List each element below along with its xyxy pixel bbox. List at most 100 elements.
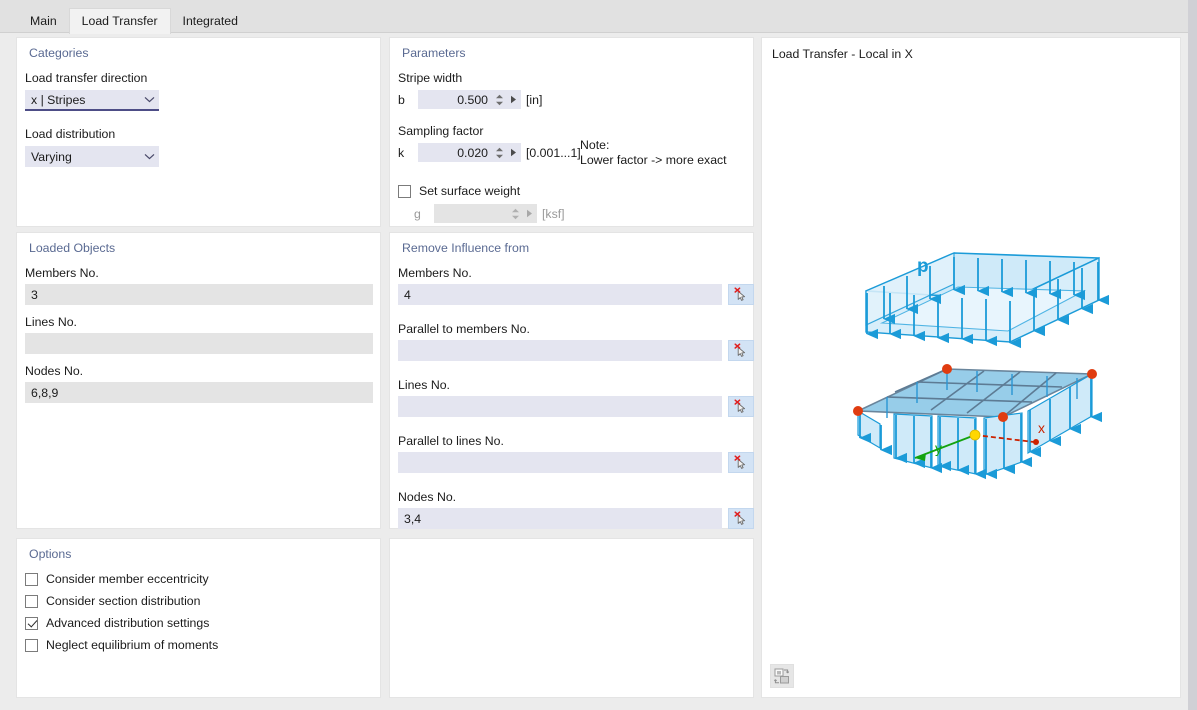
parameters-panel: Parameters Stripe width b 0.500 [in] Sam…	[389, 37, 754, 227]
surface-weight-stepper[interactable]	[434, 204, 537, 223]
load-transfer-dialog: Main Load Transfer Integrated Categories…	[0, 0, 1197, 710]
view-settings-icon	[774, 668, 790, 684]
surface-weight-spin-buttons[interactable]	[509, 204, 522, 223]
loaded-lines-input[interactable]	[25, 333, 373, 354]
checkbox-box	[25, 594, 38, 608]
ri-members-input[interactable]: 4	[398, 284, 722, 305]
option-neglect-equilibrium-of-moments[interactable]: Neglect equilibrium of moments	[25, 638, 218, 652]
spin-down-icon	[496, 154, 503, 158]
checkbox-box	[25, 616, 38, 630]
loaded-objects-panel: Loaded Objects Members No. 3 Lines No. N…	[16, 232, 381, 529]
play-right-icon	[511, 148, 516, 157]
option-advanced-distribution-settings[interactable]: Advanced distribution settings	[25, 616, 209, 630]
sampling-factor-more-button[interactable]	[506, 143, 521, 162]
sampling-factor-spin-buttons[interactable]	[493, 143, 506, 162]
empty-panel	[389, 538, 754, 698]
deselect-cursor-icon	[733, 343, 745, 357]
option-consider-section-distribution[interactable]: Consider section distribution	[25, 594, 200, 608]
tab-integrated[interactable]: Integrated	[171, 9, 250, 34]
ri-members-deselect-button[interactable]	[728, 284, 754, 305]
set-surface-weight-checkbox[interactable]: Set surface weight	[398, 184, 520, 198]
preview-panel: Load Transfer - Local in X p x y	[761, 37, 1181, 698]
parameters-title: Parameters	[402, 46, 466, 60]
checkbox-box	[25, 572, 38, 586]
load-transfer-direction-value: x | Stripes	[31, 92, 86, 107]
categories-panel: Categories Load transfer direction x | S…	[16, 37, 381, 227]
stripe-width-stepper[interactable]: 0.500	[418, 90, 521, 109]
spin-up-icon	[496, 147, 503, 151]
surface-weight-more-button[interactable]	[522, 204, 537, 223]
stripe-width-symbol: b	[398, 93, 405, 107]
spin-down-icon	[512, 215, 519, 219]
option-label: Consider member eccentricity	[46, 572, 209, 586]
sampling-factor-input[interactable]: 0.020	[418, 143, 493, 162]
checkbox-box	[25, 638, 38, 652]
member-grid-lower: x y	[853, 364, 1103, 480]
checkbox-box	[398, 184, 411, 198]
options-panel: Options Consider member eccentricity Con…	[16, 538, 381, 698]
ri-nodes-deselect-button[interactable]	[728, 508, 754, 529]
stripe-width-spin-buttons[interactable]	[493, 90, 506, 109]
view-settings-button[interactable]	[770, 664, 794, 688]
deselect-cursor-icon	[733, 455, 745, 469]
ri-parallel-members-deselect-button[interactable]	[728, 340, 754, 361]
stripe-width-input[interactable]: 0.500	[418, 90, 493, 109]
node-marker	[1087, 369, 1097, 379]
play-right-icon	[527, 209, 532, 218]
categories-title: Categories	[29, 46, 89, 60]
remove-influence-panel: Remove Influence from Members No. 4 Para…	[389, 232, 754, 529]
deselect-cursor-icon	[733, 511, 745, 525]
ri-members-label: Members No.	[398, 266, 472, 280]
ri-lines-input[interactable]	[398, 396, 722, 417]
ri-parallel-lines-label: Parallel to lines No.	[398, 434, 504, 448]
right-gutter	[1188, 0, 1197, 710]
ri-parallel-members-label: Parallel to members No.	[398, 322, 530, 336]
load-transfer-diagram: p x y	[853, 252, 1110, 480]
option-consider-member-eccentricity[interactable]: Consider member eccentricity	[25, 572, 209, 586]
loaded-members-input[interactable]: 3	[25, 284, 373, 305]
sampling-factor-symbol: k	[398, 146, 405, 160]
load-transfer-direction-select[interactable]: x | Stripes	[25, 90, 159, 111]
ri-parallel-lines-deselect-button[interactable]	[728, 452, 754, 473]
loaded-members-label: Members No.	[25, 266, 99, 280]
load-label: p	[917, 256, 929, 277]
spin-up-icon	[512, 208, 519, 212]
ri-nodes-label: Nodes No.	[398, 490, 457, 504]
stripe-width-label: Stripe width	[398, 71, 463, 85]
stripe-width-more-button[interactable]	[506, 90, 521, 109]
tab-load-transfer[interactable]: Load Transfer	[68, 8, 171, 34]
sampling-factor-label: Sampling factor	[398, 124, 484, 138]
ri-lines-deselect-button[interactable]	[728, 396, 754, 417]
load-distribution-value: Varying	[31, 149, 72, 164]
node-marker	[998, 412, 1008, 422]
loaded-objects-title: Loaded Objects	[29, 241, 116, 255]
stripe-width-unit: [in]	[526, 93, 543, 107]
tab-main[interactable]: Main	[18, 9, 69, 34]
ri-nodes-input[interactable]: 3,4	[398, 508, 722, 529]
options-title: Options	[29, 547, 72, 561]
tab-strip: Main Load Transfer Integrated	[0, 0, 1197, 34]
option-label: Advanced distribution settings	[46, 616, 210, 630]
node-marker	[942, 364, 952, 374]
axis-y-label: y	[935, 440, 942, 456]
set-surface-weight-label: Set surface weight	[419, 184, 521, 198]
play-right-icon	[511, 95, 516, 104]
load-transfer-direction-label: Load transfer direction	[25, 71, 148, 85]
ri-parallel-members-input[interactable]	[398, 340, 722, 361]
deselect-cursor-icon	[733, 399, 745, 413]
load-distribution-select[interactable]: Varying	[25, 146, 159, 167]
loaded-nodes-input[interactable]: 6,8,9	[25, 382, 373, 403]
sampling-factor-range: [0.001...1]	[526, 146, 581, 160]
chevron-down-icon	[139, 90, 159, 109]
node-marker	[853, 406, 863, 416]
load-distribution-label: Load distribution	[25, 127, 116, 141]
remove-influence-title: Remove Influence from	[402, 241, 530, 255]
loaded-lines-label: Lines No.	[25, 315, 77, 329]
deselect-cursor-icon	[733, 287, 745, 301]
ri-parallel-lines-input[interactable]	[398, 452, 722, 473]
surface-weight-input[interactable]	[434, 204, 509, 223]
sampling-factor-stepper[interactable]: 0.020	[418, 143, 521, 162]
chevron-down-icon	[139, 146, 159, 167]
ri-lines-label: Lines No.	[398, 378, 450, 392]
option-label: Neglect equilibrium of moments	[46, 638, 219, 652]
